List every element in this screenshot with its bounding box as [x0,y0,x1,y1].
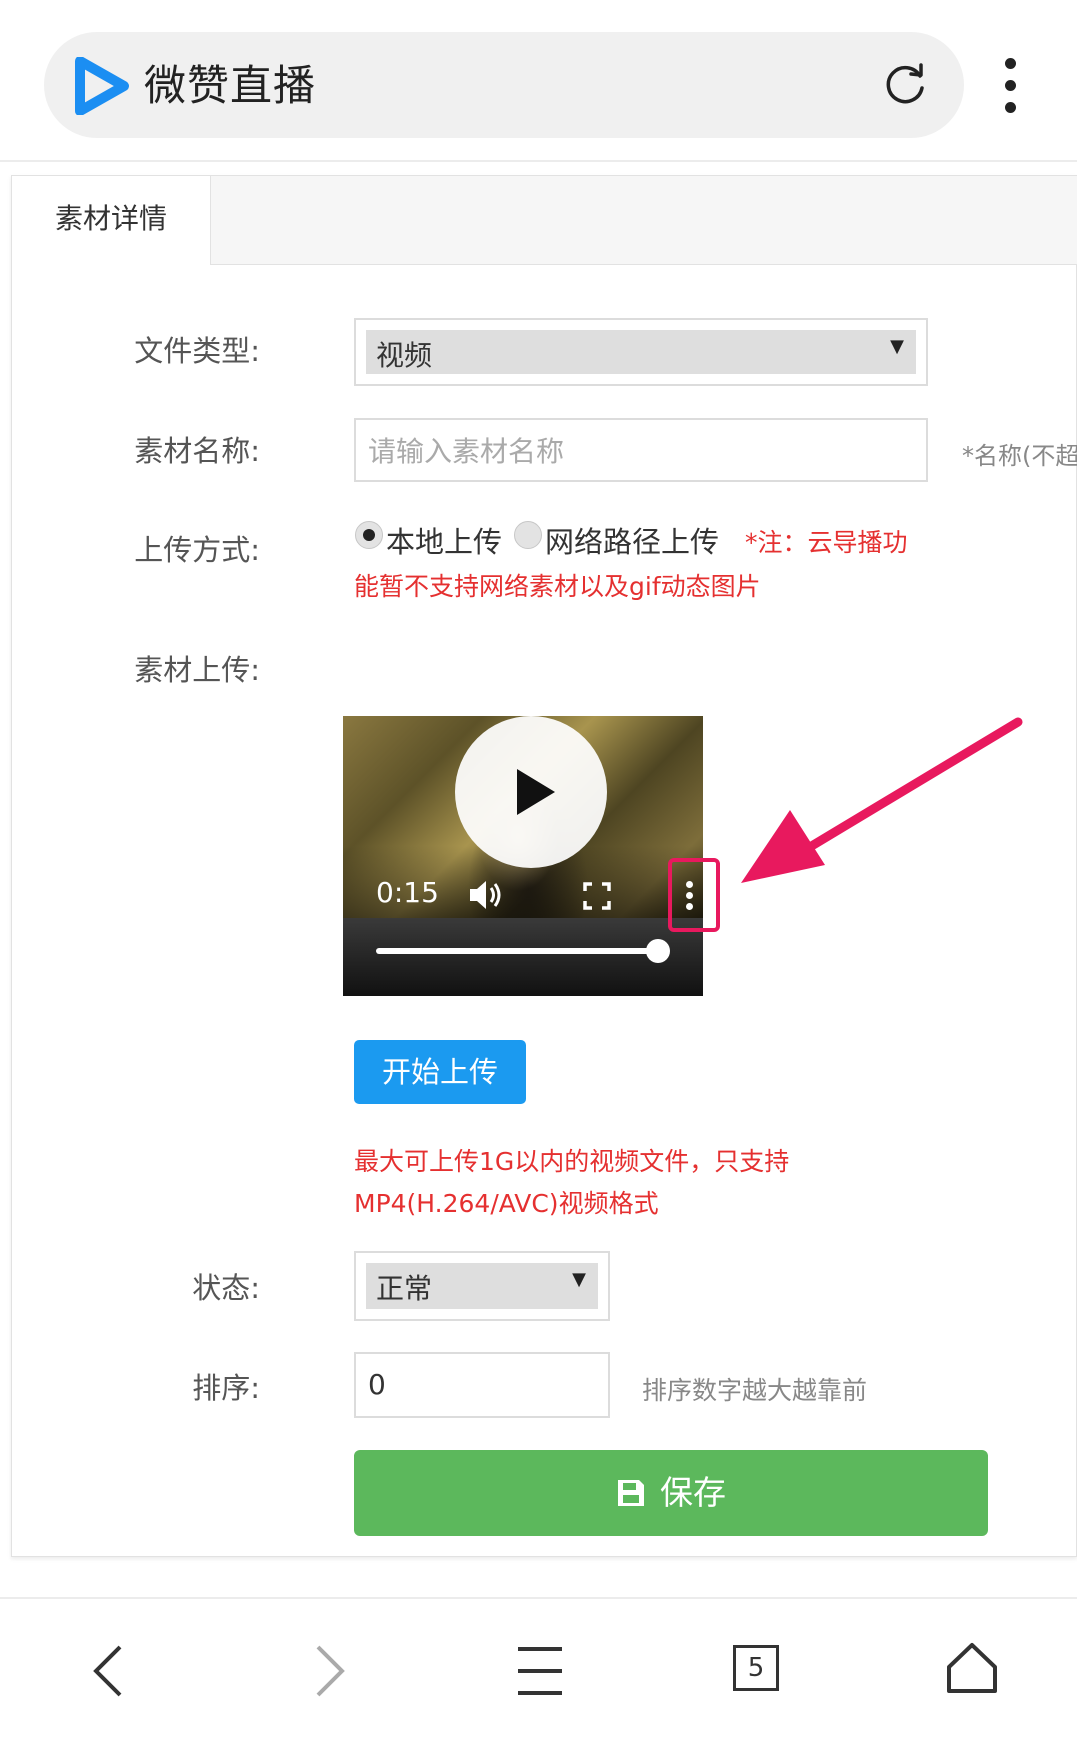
fullscreen-icon[interactable] [583,882,611,910]
radio-network-label[interactable]: 网络路径上传 [545,519,719,561]
start-upload-button[interactable]: 开始上传 [354,1040,526,1104]
upload-note-2: MP4(H.264/AVC)视频格式 [354,1189,659,1218]
reload-icon[interactable] [882,62,928,108]
file-type-value: 视频 [376,339,433,372]
back-icon[interactable] [88,1643,128,1699]
file-type-select[interactable]: 视频 ▼ [354,318,928,386]
video-progress[interactable] [376,948,658,954]
annotation-arrow-icon [741,717,1023,883]
site-title: 微赞直播 [144,61,317,110]
save-icon [618,1480,644,1506]
video-progress-thumb[interactable] [645,939,670,963]
save-button[interactable]: 保存 [354,1450,988,1536]
material-name-placeholder: 请输入素材名称 [368,435,565,468]
video-time: 0:15 [376,876,439,909]
upload-method-note-2: 能暂不支持网络素材以及gif动态图片 [354,572,761,601]
save-label: 保存 [660,1473,726,1512]
volume-icon[interactable] [468,878,504,912]
radio-local-label[interactable]: 本地上传 [386,519,502,561]
name-hint: *名称(不超 [962,442,1077,470]
video-player[interactable]: 0:15 [343,716,703,996]
status-value: 正常 [376,1272,433,1305]
sort-value: 0 [368,1368,386,1401]
sort-hint: 排序数字越大越靠前 [642,1376,868,1405]
sort-input[interactable]: 0 [354,1352,610,1418]
radio-network[interactable] [514,521,542,549]
material-name-label: 素材名称: [134,434,260,468]
browser-top-bar: 微赞直播 [0,0,1077,162]
tabs-icon[interactable]: 5 [733,1645,779,1691]
status-select[interactable]: 正常 ▼ [354,1251,610,1321]
chevron-down-icon: ▼ [572,1269,586,1290]
home-icon[interactable] [946,1641,998,1693]
status-label: 状态: [192,1271,260,1305]
upload-method-note-1: *注：云导播功 [745,528,908,557]
play-icon[interactable] [455,716,607,868]
annotation-highlight [668,858,720,932]
chevron-down-icon: ▼ [890,336,904,357]
tab-material-detail[interactable]: 素材详情 [12,176,211,265]
file-type-label: 文件类型: [134,334,260,368]
more-vert-icon[interactable] [1003,58,1017,114]
forward-icon[interactable] [310,1643,350,1699]
upload-note-1: 最大可上传1G以内的视频文件，只支持 [354,1147,790,1176]
radio-local[interactable] [355,521,383,549]
video-controls [343,918,703,996]
upload-method-label: 上传方式: [134,533,260,567]
sort-label: 排序: [192,1371,260,1405]
address-bar[interactable]: 微赞直播 [44,32,964,138]
material-name-input[interactable]: 请输入素材名称 [354,418,928,482]
menu-icon[interactable] [516,1643,564,1699]
browser-bottom-nav: 5 [0,1597,1077,1739]
tab-bar: 素材详情 [12,176,1077,265]
material-upload-label: 素材上传: [134,653,260,687]
logo-play-icon [75,57,129,115]
